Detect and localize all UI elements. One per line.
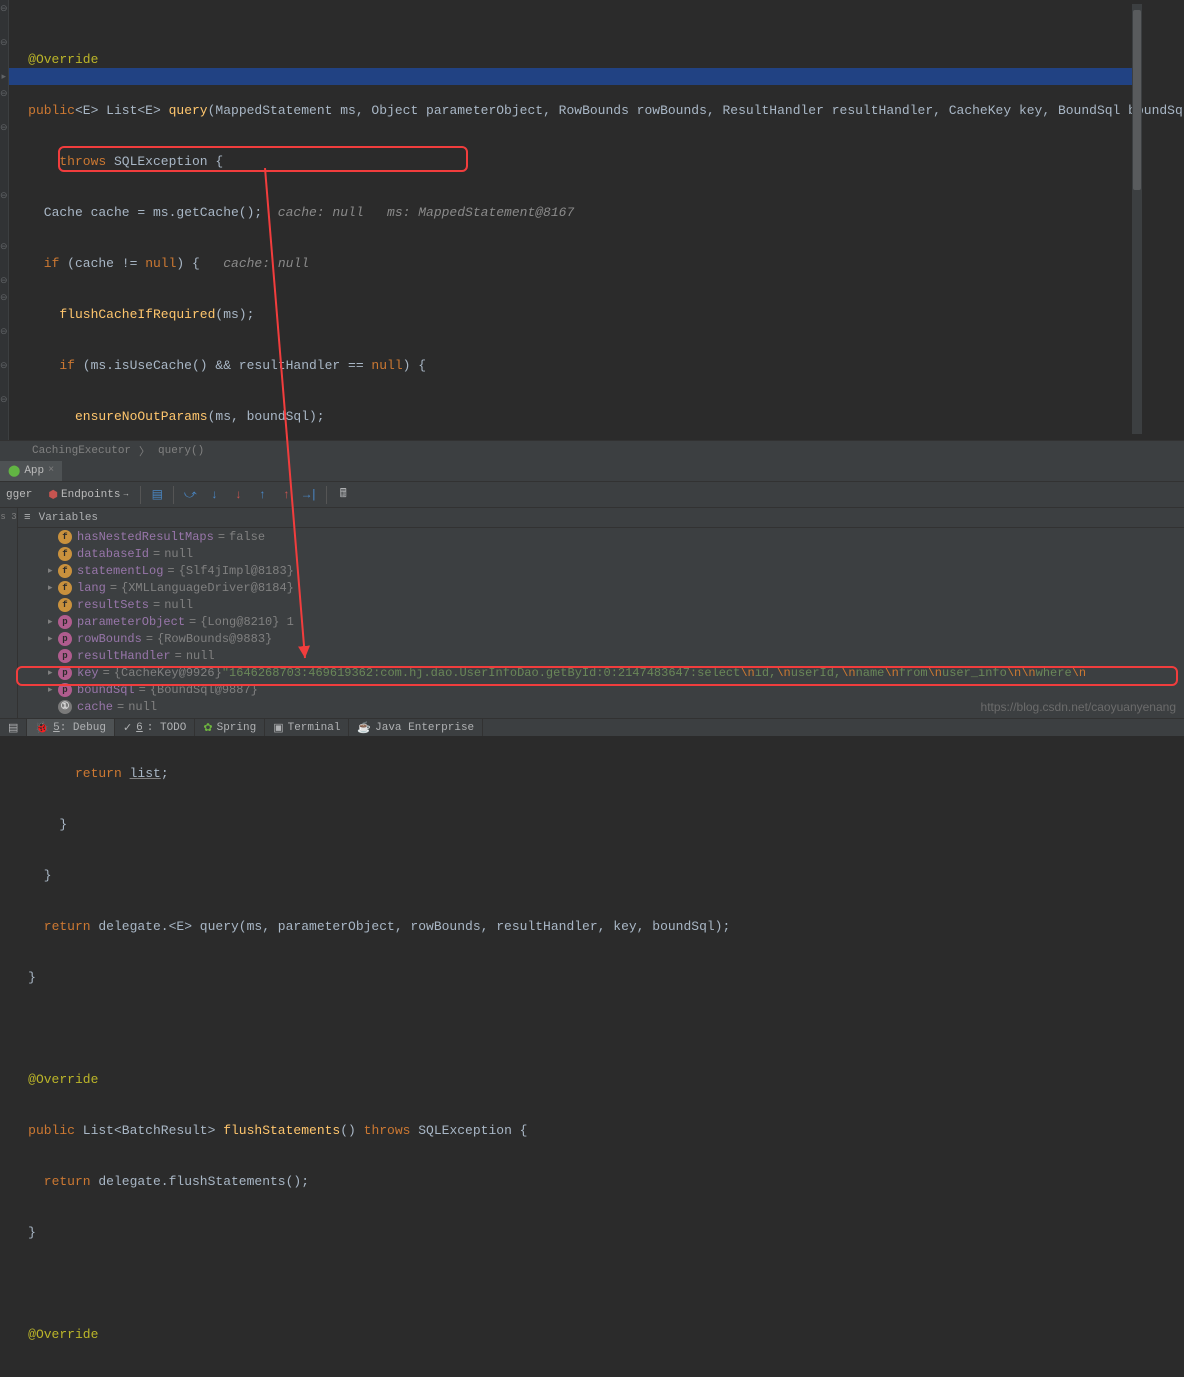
drop-frame-icon[interactable]: ↑	[278, 487, 294, 503]
variables-header: ≡ Variables	[18, 508, 1184, 528]
variable-row[interactable]: ▸pboundSql={BoundSql@9887}	[18, 681, 1184, 698]
step-over-icon[interactable]: ⤻	[182, 487, 198, 503]
debug-toolbar: gger ⬢Endpoints→ ▤ ⤻ ↓ ↓ ↑ ↑ →| 🖩	[0, 482, 1184, 508]
debugger-tab[interactable]: gger	[2, 487, 36, 503]
variable-row[interactable]: ▸pparameterObject={Long@8210} 1	[18, 613, 1184, 630]
spring-tool-button[interactable]: ✿Spring	[195, 719, 265, 736]
terminal-tool-button[interactable]: ▣ Terminal	[265, 719, 349, 736]
debug-panel: ⬤ App × gger ⬢Endpoints→ ▤ ⤻ ↓ ↓ ↑ ↑ →| …	[0, 460, 1184, 718]
menu-icon[interactable]: ≡	[24, 512, 31, 524]
force-step-into-icon[interactable]: ↓	[230, 487, 246, 503]
debug-tool-button[interactable]: 🐞5: 5: DebugDebug	[27, 719, 115, 736]
run-to-cursor-icon[interactable]: →|	[302, 487, 318, 503]
endpoints-tab[interactable]: ⬢Endpoints→	[44, 486, 132, 504]
variable-row[interactable]: presultHandler=null	[18, 647, 1184, 664]
todo-tool-button[interactable]: ✓ 6: TODO	[115, 719, 195, 736]
breadcrumb-bar[interactable]: CachingExecutor 〉 query()	[0, 440, 1184, 460]
status-messages[interactable]: ▤	[0, 719, 27, 736]
layout-icon[interactable]: ▤	[149, 487, 165, 503]
variable-row[interactable]: fhasNestedResultMaps=false	[18, 528, 1184, 545]
editor-gutter: ⊖⊖ ▸⊖ ⊖ ⊖ ⊖ ⊖⊖ ⊖ ⊖⊖	[0, 0, 9, 440]
watermark: https://blog.csdn.net/caoyuanyenang	[981, 700, 1176, 714]
variable-row[interactable]: ▸fstatementLog={Slf4jImpl@8183}	[18, 562, 1184, 579]
breadcrumb-method[interactable]: query()	[158, 445, 204, 457]
evaluate-icon[interactable]: 🖩	[335, 487, 351, 503]
variable-row[interactable]: ▸prowBounds={RowBounds@9883}	[18, 630, 1184, 647]
debug-tabs: ⬤ App ×	[0, 460, 1184, 482]
bug-icon: ⬤	[8, 464, 20, 478]
code-editor[interactable]: ⊖⊖ ▸⊖ ⊖ ⊖ ⊖ ⊖⊖ ⊖ ⊖⊖ @Override public<E> …	[0, 0, 1184, 440]
debug-frames-sidebar[interactable]: s 3	[0, 508, 18, 718]
code-content[interactable]: @Override public<E> List<E> query(Mapped…	[9, 0, 1184, 440]
variable-row[interactable]: ▸flang={XMLLanguageDriver@8184}	[18, 579, 1184, 596]
variables-panel: ≡ Variables fhasNestedResultMaps=false f…	[18, 508, 1184, 718]
debug-tab-app[interactable]: ⬤ App ×	[0, 461, 62, 481]
step-out-icon[interactable]: ↑	[254, 487, 270, 503]
frame-tab[interactable]: s 3	[0, 512, 16, 528]
java-enterprise-tool-button[interactable]: ☕ Java Enterprise	[349, 719, 483, 736]
variable-row[interactable]: fresultSets=null	[18, 596, 1184, 613]
close-icon[interactable]: ×	[48, 465, 54, 476]
step-into-icon[interactable]: ↓	[206, 487, 222, 503]
editor-scrollbar[interactable]	[1132, 4, 1142, 434]
variable-row[interactable]: fdatabaseId=null	[18, 545, 1184, 562]
breadcrumb-class[interactable]: CachingExecutor	[32, 445, 131, 457]
status-bar: ▤ 🐞5: 5: DebugDebug ✓ 6: TODO ✿Spring ▣ …	[0, 718, 1184, 736]
variable-row[interactable]: ▸pkey={CacheKey@9926} "1646268703:469619…	[18, 664, 1184, 681]
execution-line-highlight	[9, 68, 1139, 85]
